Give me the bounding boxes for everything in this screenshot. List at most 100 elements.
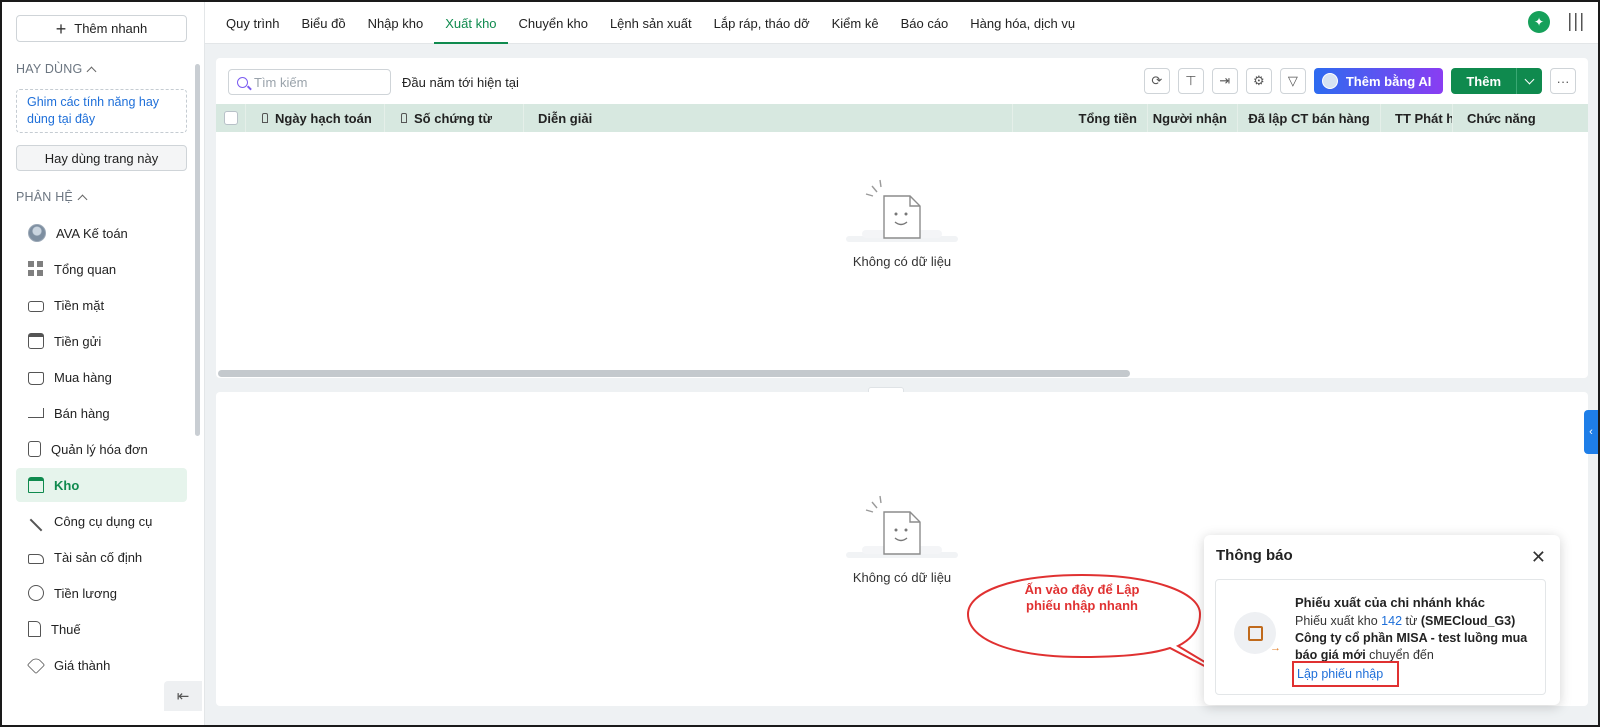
sidebar-item-label: Tài sản cố định [54,549,143,565]
sidebar-item-tools[interactable]: Công cụ dụng cụ [16,504,187,538]
shopping-bag-icon [28,372,44,385]
pin-hint-box: Ghim các tính năng hay dùng tại đây [16,89,187,133]
sidebar-item-label: Mua hàng [54,369,112,385]
side-drawer-toggle[interactable]: ‹ [1584,410,1598,454]
sidebar-item-label: AVA Kế toán [56,225,128,241]
select-all-cell [216,104,246,132]
col-label: Tổng tiền [1078,110,1138,126]
sidebar-item-fixed-assets[interactable]: Tài sản cố định [16,540,187,574]
tab-goods-services[interactable]: Hàng hóa, dịch vụ [959,2,1086,44]
col-label: Đã lập CT bán hàng [1248,110,1370,126]
tax-document-icon [28,621,41,637]
sidebar-item-tax[interactable]: Thuế [16,612,187,646]
col-label: TT Phát hà [1395,110,1452,126]
tab-stock-out[interactable]: Xuất kho [434,2,508,44]
collapse-menu-icon: ⇤ [176,688,190,705]
notification-card: → Phiếu xuất của chi nhánh khác Phiếu xu… [1215,579,1546,695]
collapse-sidebar-button[interactable]: ⇤ [164,681,202,711]
sidebar-item-label: Giá thành [54,657,111,673]
col-voucher-no[interactable]: Số chứng từ [385,104,524,132]
module-nav: AVA Kế toán Tổng quan Tiền mặt Tiền gửi … [16,216,187,684]
sidebar-item-purchase[interactable]: Mua hàng [16,360,187,394]
sidebar-item-warehouse[interactable]: Kho [16,468,187,502]
add-button[interactable]: Thêm [1451,68,1516,94]
horizontal-scrollbar[interactable] [218,370,1130,377]
bank-icon [28,333,44,349]
cash-icon [28,300,44,312]
quick-add-label: Thêm nhanh [74,21,148,36]
col-actions[interactable]: Chức năng [1453,104,1549,132]
voucher-number[interactable]: 142 [1381,614,1402,628]
sidebar-item-ava[interactable]: AVA Kế toán [16,216,187,250]
refresh-button[interactable]: ⟳ [1143,68,1170,94]
sidebar-item-cash[interactable]: Tiền mặt [16,288,187,322]
empty-state: Không có dữ liệu [216,178,1588,269]
sidebar-item-invoices[interactable]: Quản lý hóa đơn [16,432,187,466]
select-all-checkbox[interactable] [223,111,238,125]
notification-title: Thông báo [1216,547,1293,564]
app-window: + Thêm nhanh HAY DÙNG Ghim các tính năng… [0,0,1600,727]
more-horizontal-icon: ··· [1556,73,1570,89]
tab-transfer[interactable]: Chuyển kho [508,2,599,44]
col-posting-date[interactable]: Ngày hạch toán [246,104,385,132]
table-header: Ngày hạch toán Số chứng từ Diễn giải Tổn… [216,104,1588,132]
tab-process[interactable]: Quy trình [215,2,290,44]
filter-icon: ▽ [1287,73,1298,88]
col-issue-status[interactable]: TT Phát hà [1381,104,1453,132]
lightbulb-icon[interactable]: ✦ [1528,11,1550,33]
col-description[interactable]: Diễn giải [524,104,1013,132]
sidebar-item-label: Tiền mặt [54,297,105,313]
modules-header[interactable]: PHÂN HỆ [16,190,88,204]
refresh-icon: ⟳ [1151,73,1163,88]
empty-state-text: Không có dữ liệu [852,570,952,585]
more-options-button[interactable]: ··· [1550,68,1576,94]
tab-production-order[interactable]: Lệnh sản xuất [599,2,703,44]
search-placeholder: Tìm kiếm [254,74,308,90]
tab-reports[interactable]: Báo cáo [890,2,960,44]
col-sales-voucher-created[interactable]: Đã lập CT bán hàng [1238,104,1381,132]
create-receipt-link[interactable]: Lập phiếu nhập [1292,661,1399,687]
quick-add-button[interactable]: + Thêm nhanh [16,15,187,42]
add-with-ai-button[interactable]: Thêm bằng AI [1313,68,1444,94]
add-with-ai-label: Thêm bằng AI [1345,73,1432,89]
empty-document-icon [846,179,958,242]
export-button[interactable]: ⇥ [1211,68,1238,94]
sidebar-item-label: Thuế [51,621,81,637]
top-tab-bar: Quy trình Biểu đồ Nhập kho Xuất kho Chuy… [205,2,1598,44]
sidebar-item-deposit[interactable]: Tiền gửi [16,324,187,358]
sidebar: + Thêm nhanh HAY DÙNG Ghim các tính năng… [2,2,205,725]
settings-sliders-icon[interactable] [1566,13,1584,31]
price-tag-icon [26,655,46,675]
modules-header-label: PHÂN HỆ [16,190,73,204]
filter-button[interactable]: ▽ [1279,68,1306,94]
toolbar-actions: ⟳ ⊤ ⇥ ⚙ ▽ Thêm bằng AI Thêm ··· [1143,68,1576,94]
pin-icon [262,113,268,123]
sidebar-item-salary[interactable]: Tiền lương [16,576,187,610]
notification-heading: Phiếu xuất của chi nhánh khác [1295,595,1485,610]
sidebar-scrollbar[interactable] [195,64,200,436]
invoice-icon [28,441,41,457]
empty-document-icon [846,495,958,558]
close-icon[interactable]: ✕ [1531,547,1546,568]
tab-assembly[interactable]: Lắp ráp, tháo dỡ [703,2,821,44]
tab-stocktake[interactable]: Kiểm kê [821,2,890,44]
export-file-icon: ⇥ [1219,73,1231,88]
col-receiver[interactable]: Người nhận [1148,104,1238,132]
settings-button[interactable]: ⚙ [1245,68,1272,94]
format-button[interactable]: ⊤ [1177,68,1204,94]
period-selector[interactable]: Đầu năm tới hiện tại [402,75,519,90]
sidebar-item-sales[interactable]: Bán hàng [16,396,187,430]
sidebar-item-label: Quản lý hóa đơn [51,441,148,457]
plus-icon: + [55,18,67,39]
chevron-down-icon [1524,74,1535,84]
search-icon [237,76,248,88]
tab-charts[interactable]: Biểu đồ [290,2,356,44]
sidebar-item-overview[interactable]: Tổng quan [16,252,187,286]
tab-stock-in[interactable]: Nhập kho [357,2,435,44]
search-input[interactable]: Tìm kiếm [228,69,391,95]
col-total[interactable]: Tổng tiền [1013,104,1148,132]
sidebar-item-cost-price[interactable]: Giá thành [16,648,187,682]
favorite-page-button[interactable]: Hay dùng trang này [16,145,187,171]
add-dropdown-button[interactable] [1516,68,1542,94]
favorites-header[interactable]: HAY DÙNG [16,62,97,76]
